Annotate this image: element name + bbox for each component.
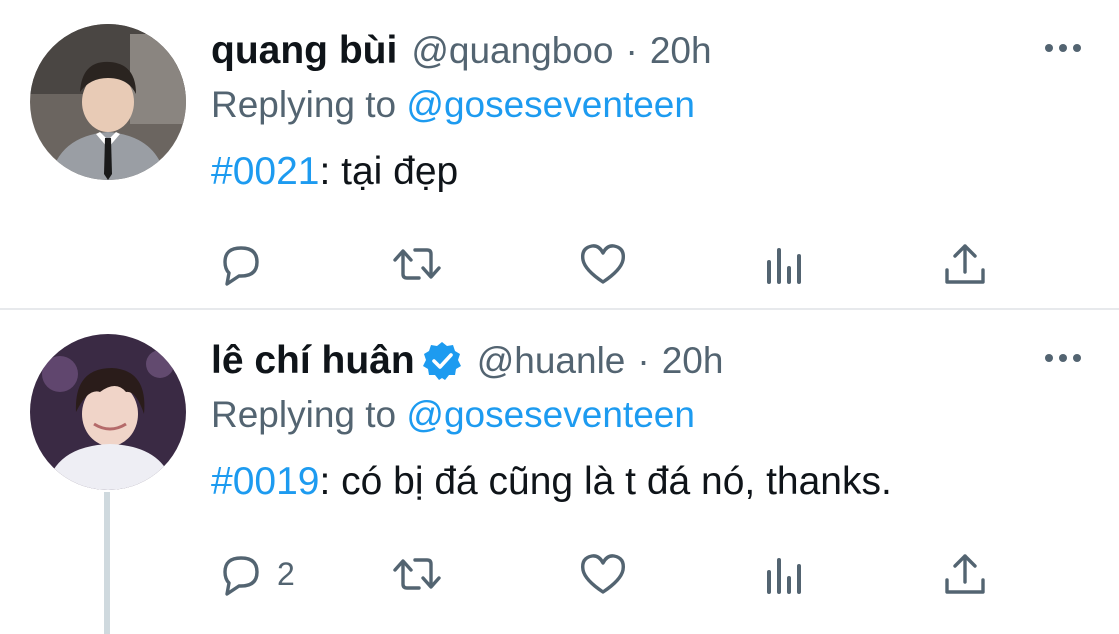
heart-icon [581,244,625,284]
mention-link[interactable]: @goseseventeen [406,84,695,125]
heart-icon [581,554,625,594]
more-horizontal-icon[interactable] [1043,348,1083,368]
display-name[interactable]: quang bùi [211,29,397,73]
share-icon [945,554,985,594]
views-button[interactable] [759,234,811,294]
retweet-button[interactable] [391,544,443,604]
views-icon [767,558,801,594]
tweet[interactable]: quang bùi @quangboo · 20h Replying to @g… [0,0,1119,308]
display-name[interactable]: lê chí huân [211,339,415,383]
tweet-header: lê chí huân @huanle · 20h [211,339,724,383]
replying-prefix: Replying to [211,84,397,125]
like-button[interactable] [577,234,629,294]
share-icon [945,244,985,284]
avatar-image [30,24,186,180]
timestamp[interactable]: 20h [650,30,712,72]
replying-to: Replying to @goseseventeen [211,394,695,436]
thread-line [104,492,110,634]
reply-count: 2 [277,555,295,592]
tweet-body: : tại đẹp [319,150,459,193]
verified-badge-icon [421,340,463,382]
reply-icon [223,246,259,286]
views-icon [767,248,801,284]
separator: · [625,30,638,71]
tweet-header: quang bùi @quangboo · 20h [211,29,712,73]
mention-link[interactable]: @goseseventeen [406,394,695,435]
avatar[interactable] [30,334,186,490]
more-horizontal-icon[interactable] [1043,38,1083,58]
action-bar: 2 [211,544,1011,604]
action-bar [211,234,1011,294]
retweet-icon [393,558,441,590]
separator: · [637,340,650,381]
tweet-body: : có bị đá cũng là t đá nó, thanks. [319,460,892,503]
share-button[interactable] [939,234,991,294]
user-handle[interactable]: @quangboo [411,30,613,72]
tweet-text: #0019: có bị đá cũng là t đá nó, thanks. [211,460,892,504]
reply-button[interactable] [215,234,277,294]
user-handle[interactable]: @huanle [477,340,626,382]
hashtag-link[interactable]: #0019 [211,460,319,503]
avatar[interactable] [30,24,186,180]
like-button[interactable] [577,544,629,604]
tweet-text: #0021: tại đẹp [211,150,458,194]
tweet[interactable]: lê chí huân @huanle · 20h Replying to @g… [0,310,1119,634]
hashtag-link[interactable]: #0021 [211,150,319,193]
reply-icon [223,556,259,596]
views-button[interactable] [759,544,811,604]
avatar-image [30,334,186,490]
share-button[interactable] [939,544,991,604]
timestamp[interactable]: 20h [662,340,724,382]
replying-to: Replying to @goseseventeen [211,84,695,126]
reply-button[interactable]: 2 [215,544,295,604]
replying-prefix: Replying to [211,394,397,435]
retweet-button[interactable] [391,234,443,294]
retweet-icon [393,248,441,280]
